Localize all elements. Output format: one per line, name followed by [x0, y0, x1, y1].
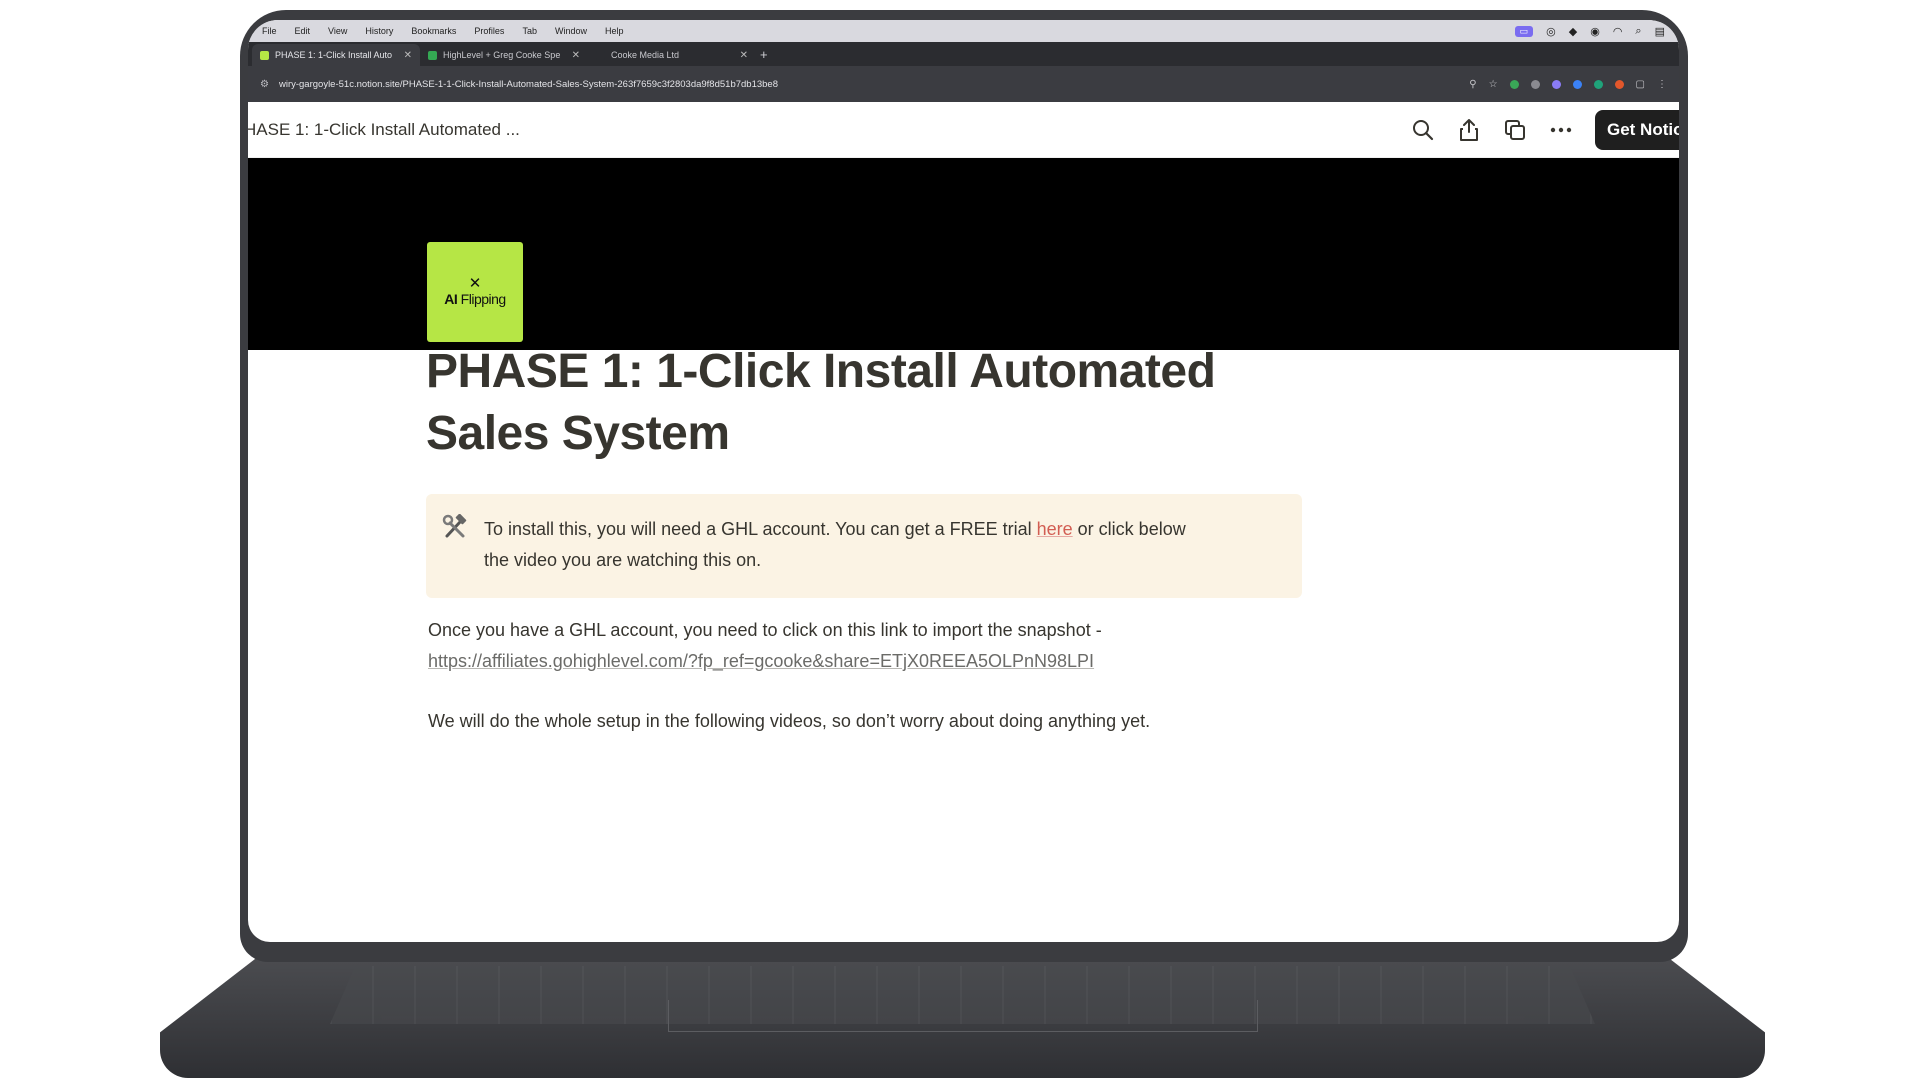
menu-file[interactable]: File: [262, 26, 277, 36]
browser-menu-icon[interactable]: ⋮: [1657, 79, 1667, 90]
browser-tab-highlevel[interactable]: HighLevel + Greg Cooke Spe ✕: [420, 44, 588, 66]
menu-view[interactable]: View: [328, 26, 347, 36]
sync-icon[interactable]: ◉: [1590, 25, 1600, 38]
menu-tab[interactable]: Tab: [522, 26, 537, 36]
menu-bookmarks[interactable]: Bookmarks: [411, 26, 456, 36]
setup-paragraph: We will do the whole setup in the follow…: [428, 711, 1151, 731]
more-options-icon[interactable]: [1549, 118, 1573, 142]
duplicate-icon[interactable]: [1503, 118, 1527, 142]
browser-tab-phase1[interactable]: PHASE 1: 1-Click Install Auto ✕: [252, 44, 420, 66]
page-title-line2: Sales System: [426, 407, 730, 460]
status-circle-icon[interactable]: ◎: [1546, 25, 1556, 38]
get-notion-button[interactable]: Get Notion: [1595, 110, 1679, 150]
extension-blue-icon[interactable]: [1572, 79, 1582, 89]
free-trial-link[interactable]: here: [1037, 519, 1073, 539]
callout-text-line2: the video you are watching this on.: [484, 550, 762, 570]
extension-orange-icon[interactable]: [1614, 79, 1624, 89]
tab-close-icon[interactable]: ✕: [404, 50, 412, 61]
tab-close-icon[interactable]: ✕: [740, 50, 748, 61]
search-icon[interactable]: [1411, 118, 1435, 142]
tab-title: Cooke Media Ltd: [611, 50, 680, 60]
video-frame: File Edit View History Bookmarks Profile…: [0, 0, 1920, 1080]
extension-gray-icon[interactable]: [1530, 79, 1540, 89]
browser-address-bar: ⚙ wiry-gargoyle-51c.notion.site/PHASE-1-…: [248, 66, 1679, 102]
wifi-icon[interactable]: ◠: [1613, 25, 1623, 38]
menu-history[interactable]: History: [365, 26, 393, 36]
page-icon-logo[interactable]: ✕ AI Flipping: [427, 242, 523, 342]
logo-wordmark: AI Flipping: [444, 291, 506, 307]
bookmark-star-icon[interactable]: ☆: [1489, 79, 1498, 90]
extension-purple-icon[interactable]: [1551, 79, 1561, 89]
tab-close-icon[interactable]: ✕: [572, 50, 580, 61]
extension-green-icon[interactable]: [1509, 79, 1519, 89]
sheets-favicon-icon: [428, 50, 437, 60]
tab-title: PHASE 1: 1-Click Install Auto: [275, 50, 393, 60]
notion-favicon-icon: [260, 50, 269, 60]
callout-block: To install this, you will need a GHL acc…: [426, 494, 1302, 598]
page-title-line1: PHASE 1: 1-Click Install Automated: [426, 345, 1216, 398]
callout-text: To install this, you will need a GHL acc…: [484, 514, 1278, 576]
callout-text-part: or click below: [1072, 519, 1186, 539]
callout-text-part: To install this, you will need a GHL acc…: [484, 519, 1037, 539]
tab-title: HighLevel + Greg Cooke Spe: [443, 50, 561, 60]
topbar-actions: Get Notion: [1411, 102, 1679, 158]
laptop-trackpad: [668, 1000, 1258, 1032]
share-icon[interactable]: [1457, 118, 1481, 142]
new-tab-plus-icon[interactable]: +: [756, 47, 776, 66]
page-title: PHASE 1: 1-Click Install Automated Sales…: [426, 341, 1306, 465]
chat-bubble-icon[interactable]: ◆: [1569, 25, 1577, 38]
breadcrumb[interactable]: HASE 1: 1-Click Install Automated ...: [248, 120, 520, 140]
browser-tab-strip: PHASE 1: 1-Click Install Auto ✕ HighLeve…: [248, 42, 1679, 66]
crossed-tools-icon: ✕: [468, 275, 482, 292]
menu-window[interactable]: Window: [555, 26, 587, 36]
site-info-icon[interactable]: ⚙: [260, 79, 269, 90]
snapshot-paragraph: Once you have a GHL account, you need to…: [428, 615, 1102, 677]
menubar-tray: ▭ ◎ ◆ ◉ ◠ ⌕ ▤: [1514, 25, 1665, 38]
menu-edit[interactable]: Edit: [295, 26, 311, 36]
notion-topbar: HASE 1: 1-Click Install Automated ... Ge…: [248, 102, 1679, 158]
laptop-screen: File Edit View History Bookmarks Profile…: [248, 20, 1679, 942]
menu-profiles[interactable]: Profiles: [474, 26, 504, 36]
snapshot-paragraph-text: Once you have a GHL account, you need to…: [428, 620, 1102, 640]
spotlight-search-icon[interactable]: ⌕: [1635, 25, 1641, 38]
browser-tab-cooke-media[interactable]: Cooke Media Ltd ✕: [588, 44, 756, 66]
zoom-icon[interactable]: ⚲: [1469, 79, 1476, 90]
extensions-puzzle-icon[interactable]: ▢: [1636, 79, 1645, 90]
menu-help[interactable]: Help: [605, 26, 624, 36]
screen-record-icon[interactable]: ▭: [1514, 25, 1534, 37]
browser-toolbar-icons: ⚲ ☆ ▢ ⋮: [1469, 79, 1667, 90]
blank-favicon-icon: [596, 50, 605, 60]
url-field[interactable]: wiry-gargoyle-51c.notion.site/PHASE-1-1-…: [279, 79, 1459, 90]
extension-teal-icon[interactable]: [1593, 79, 1603, 89]
hammer-and-wrench-icon: [442, 513, 468, 540]
control-center-icon[interactable]: ▤: [1655, 25, 1665, 38]
macos-menubar: File Edit View History Bookmarks Profile…: [248, 20, 1679, 42]
snapshot-import-link[interactable]: https://affiliates.gohighlevel.com/?fp_r…: [428, 651, 1094, 671]
